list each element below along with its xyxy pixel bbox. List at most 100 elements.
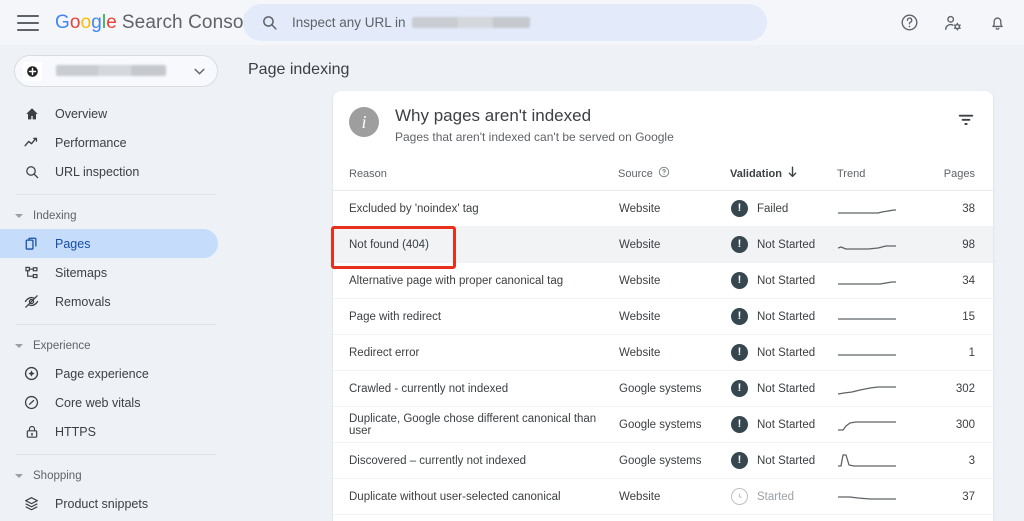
column-header-source[interactable]: Source xyxy=(618,166,730,191)
eye-off-icon xyxy=(22,293,41,310)
cell-reason: Alternative page with proper canonical t… xyxy=(333,262,618,299)
logo-letter: e xyxy=(106,11,117,33)
table-header: Reason Source Validation Trend Pages xyxy=(333,166,993,191)
column-header-pages[interactable]: Pages xyxy=(927,166,993,191)
table-row[interactable]: Excluded by 'noindex' tag Website! Failed 3… xyxy=(333,190,993,227)
row-validation-label: Not Started xyxy=(757,382,816,395)
sitemap-icon xyxy=(22,265,41,281)
sidebar-item-removals[interactable]: Removals xyxy=(0,287,218,316)
table-row[interactable]: Discovered – currently not indexed Google… xyxy=(333,442,993,479)
alert-exclamation-icon: ! xyxy=(731,344,748,361)
sidebar-divider xyxy=(16,194,216,195)
alert-exclamation-icon: ! xyxy=(731,272,748,289)
sidebar-item-overview[interactable]: Overview xyxy=(0,99,218,128)
trend-sparkline xyxy=(838,208,896,214)
alert-exclamation-icon: ! xyxy=(731,416,748,433)
sidebar-item-url-inspection[interactable]: URL inspection xyxy=(0,157,218,186)
cell-validation: ! Not Started xyxy=(730,262,837,299)
search-input[interactable]: Inspect any URL in xyxy=(292,15,530,30)
row-source-label: Website xyxy=(619,490,661,503)
sidebar-item-product-snippets[interactable]: Product snippets xyxy=(0,489,218,518)
card-header: i Why pages aren't indexed Pages that ar… xyxy=(333,91,993,144)
redacted-property-name xyxy=(56,65,166,77)
sidebar-item-core-web-vitals[interactable]: Core web vitals xyxy=(0,388,218,417)
table-row[interactable]: Crawled - currently not indexed Google sy… xyxy=(333,370,993,407)
page-experience-icon xyxy=(22,365,41,382)
column-header-trend[interactable]: Trend xyxy=(837,166,927,191)
lock-icon xyxy=(22,424,41,440)
top-bar-actions xyxy=(892,0,1014,45)
table-header-row: Reason Source Validation Trend Pages xyxy=(333,166,993,191)
property-selector[interactable] xyxy=(14,55,218,87)
row-source-label: Website xyxy=(619,274,661,287)
chevron-down-icon xyxy=(15,344,23,348)
row-reason-label: Page with redirect xyxy=(349,310,442,323)
sidebar-item-label: Pages xyxy=(55,236,91,251)
trend-sparkline xyxy=(838,280,896,285)
table-row[interactable]: Duplicate without user-selected canonica… xyxy=(333,478,993,515)
property-selector-value xyxy=(50,62,194,80)
logo-letter: o xyxy=(80,11,92,33)
alert-exclamation-icon: ! xyxy=(731,380,748,397)
row-reason-label: Duplicate without user-selected canonica… xyxy=(349,490,561,503)
table-row[interactable]: Redirect error Website! Not Started 1 xyxy=(333,334,993,371)
table-row[interactable]: Page with redirect Website! Not Started 15 xyxy=(333,298,993,335)
sidebar-item-sitemaps[interactable]: Sitemaps xyxy=(0,258,218,287)
cell-pages: 38 xyxy=(927,190,993,227)
row-source-label: Website xyxy=(619,238,661,251)
chevron-down-icon xyxy=(15,214,23,218)
column-header-reason[interactable]: Reason xyxy=(333,166,618,191)
cell-pages: 3 xyxy=(927,442,993,479)
row-source-label: Google systems xyxy=(619,454,702,467)
cell-pages: 37 xyxy=(927,478,993,515)
trend-sparkline xyxy=(838,317,896,320)
sidebar-item-label: HTTPS xyxy=(55,424,96,439)
sidebar-item-label: Page experience xyxy=(55,366,149,381)
account-settings-icon[interactable] xyxy=(936,6,970,40)
cell-pages: 1 xyxy=(927,334,993,371)
sidebar-item-label: Product snippets xyxy=(55,496,149,511)
sidebar-item-label: Overview xyxy=(55,106,108,121)
table-row[interactable]: Duplicate, Google chose different canoni… xyxy=(333,406,993,443)
cell-trend xyxy=(837,226,927,263)
help-circle-icon[interactable] xyxy=(658,166,670,181)
sort-descending-arrow-icon[interactable] xyxy=(787,166,798,181)
row-validation-label: Started xyxy=(757,490,795,503)
row-source-label: Website xyxy=(619,310,661,323)
column-label: Reason xyxy=(349,167,387,180)
filter-icon[interactable] xyxy=(953,107,979,133)
column-label: Trend xyxy=(837,167,866,180)
sidebar-item-https[interactable]: HTTPS xyxy=(0,417,218,446)
alert-exclamation-icon: ! xyxy=(731,236,748,253)
notifications-bell-icon[interactable] xyxy=(980,6,1014,40)
hamburger-menu-icon[interactable] xyxy=(17,14,39,31)
sidebar-section-experience[interactable]: Experience xyxy=(0,333,232,359)
home-icon xyxy=(22,106,41,122)
sidebar-section-indexing[interactable]: Indexing xyxy=(0,203,232,229)
logo-letter: o xyxy=(69,11,81,33)
card-title-block: Why pages aren't indexed Pages that aren… xyxy=(395,105,674,144)
sidebar-item-pages[interactable]: Pages xyxy=(0,229,218,258)
row-validation-label: Not Started xyxy=(757,418,816,431)
redacted-property-url xyxy=(411,17,530,28)
sidebar-section-label: Indexing xyxy=(33,210,77,222)
help-icon[interactable] xyxy=(892,6,926,40)
sidebar: Overview Performance URL inspection Inde… xyxy=(0,45,232,521)
table-row[interactable]: Alternative page with proper canonical t… xyxy=(333,262,993,299)
top-bar: Google Search Console Inspect any URL in xyxy=(0,0,1024,45)
alert-exclamation-icon: ! xyxy=(731,200,748,217)
sidebar-item-page-experience[interactable]: Page experience xyxy=(0,359,218,388)
sidebar-item-performance[interactable]: Performance xyxy=(0,128,218,157)
column-header-validation[interactable]: Validation xyxy=(730,166,837,191)
google-search-console-logo: Google Search Console xyxy=(55,12,259,34)
cell-validation: ! Not Started xyxy=(730,442,837,479)
sidebar-section-shopping[interactable]: Shopping xyxy=(0,463,232,489)
search-icon xyxy=(261,14,278,31)
logo-suffix: Search Console xyxy=(121,11,259,33)
cell-trend xyxy=(837,478,927,515)
cell-reason: Excluded by 'noindex' tag xyxy=(333,190,618,227)
url-inspection-search-bar[interactable]: Inspect any URL in xyxy=(243,4,767,41)
row-reason-label: Crawled - currently not indexed xyxy=(349,382,509,395)
sidebar-section-label: Experience xyxy=(33,340,91,352)
table-row[interactable]: Not found (404) Website! Not Started 98 xyxy=(333,226,993,263)
